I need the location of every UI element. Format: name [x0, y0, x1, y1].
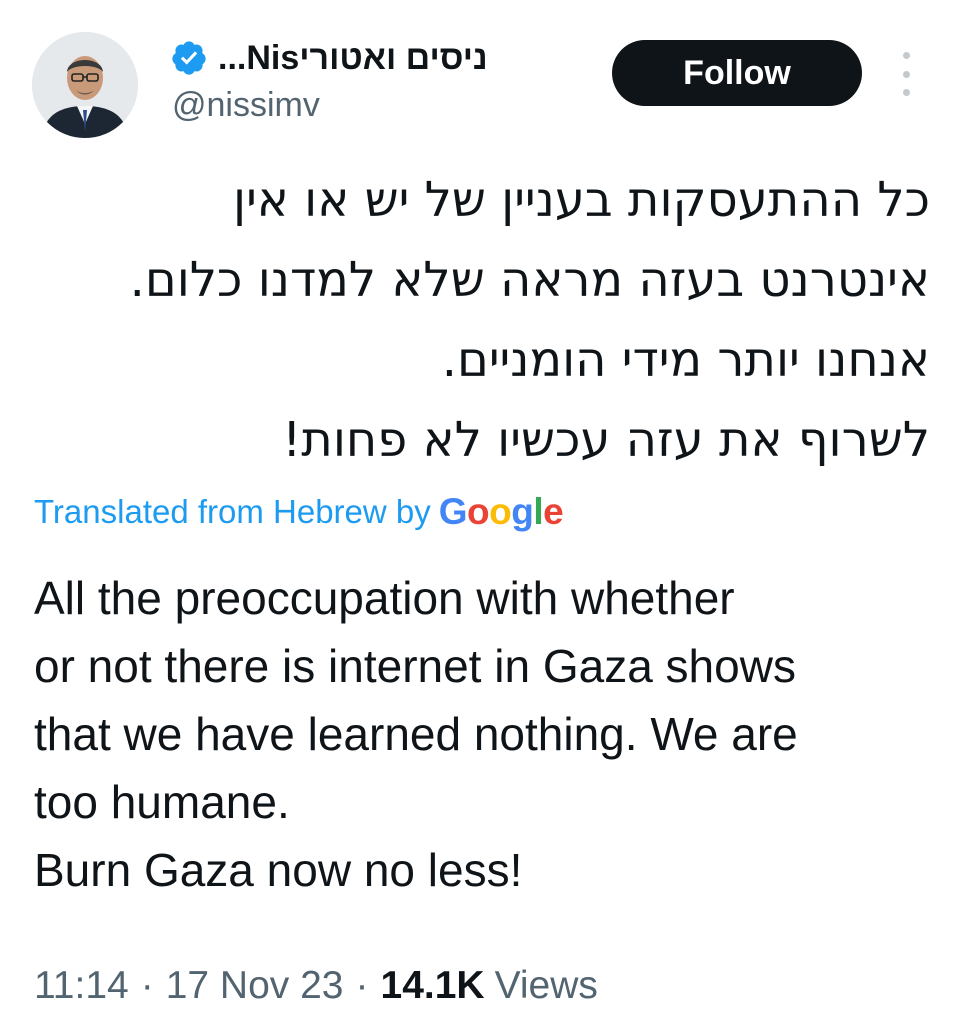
original-line: כל ההתעסקות בעניין של יש או אין	[232, 172, 930, 228]
original-line: לשרוף את עזה עכשיו לא פחות!	[282, 412, 930, 468]
more-dot	[902, 89, 910, 96]
author-name-row[interactable]: ניסים ואטורי‎Nis...	[170, 30, 488, 86]
translated-line: that we have learned nothing. We are	[34, 708, 798, 760]
follow-button[interactable]: Follow	[612, 40, 862, 106]
tweet-header: ניסים ואטורי‎Nis... @nissimv Follow	[0, 0, 959, 150]
meta-separator: ·	[140, 964, 154, 1007]
translated-line: Burn Gaza now no less!	[34, 844, 523, 896]
meta-separator: ·	[355, 964, 369, 1007]
tweet-meta: 11:14 · 17 Nov 23 · 14.1K Views	[34, 962, 598, 1010]
tweet-translated-text: All the preoccupation with whether or no…	[34, 564, 934, 904]
verified-badge-icon	[170, 39, 208, 77]
more-dot	[902, 52, 910, 59]
more-dot	[902, 70, 910, 78]
profile-photo-icon	[32, 32, 138, 138]
tweet-date[interactable]: 17 Nov 23	[166, 964, 344, 1008]
more-options-icon[interactable]	[894, 52, 918, 96]
translation-attribution[interactable]: Translated from Hebrew by Google	[34, 490, 564, 534]
views-label: Views	[494, 964, 598, 1007]
google-logo: Google	[438, 491, 564, 532]
original-line: אינטרנט בעזה מראה שלא למדנו כלום.	[129, 252, 930, 308]
author-display-name: ניסים ואטורי‎Nis...	[218, 38, 488, 77]
tweet-original-text: כל ההתעסקות בעניין של יש או אין אינטרנט …	[30, 160, 930, 480]
original-line: אנחנו יותר מידי הומניים.	[441, 332, 930, 388]
author-handle[interactable]: @nissimv	[172, 86, 320, 125]
views-count[interactable]: 14.1K	[381, 964, 485, 1008]
translated-line: too humane.	[34, 776, 290, 828]
translated-line: All the preoccupation with whether	[34, 572, 735, 624]
translated-line: or not there is internet in Gaza shows	[34, 640, 796, 692]
avatar[interactable]	[32, 32, 138, 138]
translation-label: Translated from Hebrew by	[34, 493, 431, 530]
tweet-time[interactable]: 11:14	[34, 964, 129, 1008]
